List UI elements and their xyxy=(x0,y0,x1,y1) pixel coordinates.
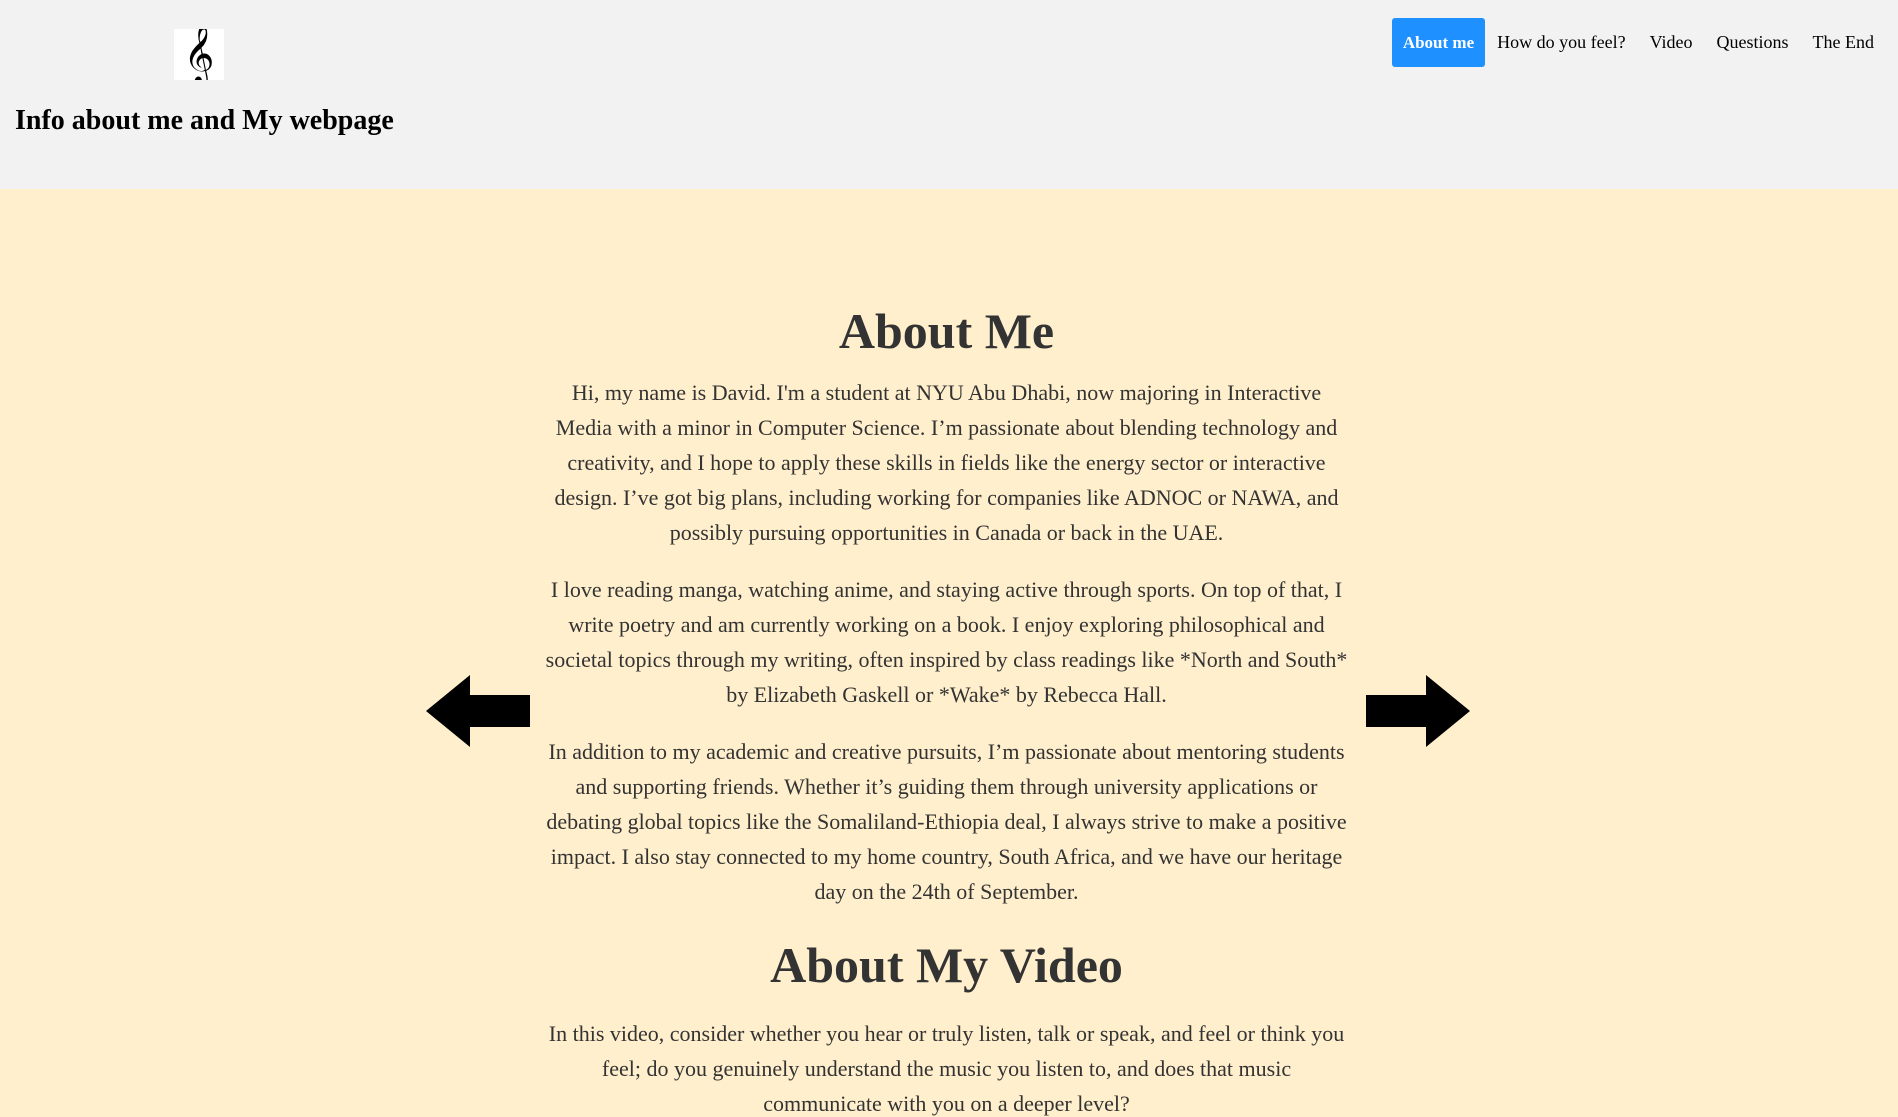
arrow-left-icon[interactable] xyxy=(426,675,530,747)
about-paragraph: Hi, my name is David. I'm a student at N… xyxy=(554,380,1339,545)
site-header: 𝄞 Info about me and My webpage About me … xyxy=(0,0,1898,189)
main-content: About Me Hi, my name is David. I'm a stu… xyxy=(0,189,1898,1117)
site-title: Info about me and My webpage xyxy=(15,105,394,136)
nav-item-video[interactable]: Video xyxy=(1638,18,1705,67)
about-my-video-heading: About My Video xyxy=(770,937,1123,993)
nav-item-how-do-you-feel[interactable]: How do you feel? xyxy=(1485,18,1637,67)
about-paragraph: I love reading manga, watching anime, an… xyxy=(545,577,1348,707)
nav-item-questions[interactable]: Questions xyxy=(1705,18,1801,67)
about-paragraph: In addition to my academic and creative … xyxy=(546,739,1347,904)
video-paragraph: In this video, consider whether you hear… xyxy=(548,1021,1345,1116)
treble-clef-icon: 𝄞 xyxy=(174,29,224,80)
nav-item-the-end[interactable]: The End xyxy=(1801,18,1886,67)
about-me-heading: About Me xyxy=(838,303,1055,359)
nav-item-about-me[interactable]: About me xyxy=(1391,18,1486,67)
main-nav: About me How do you feel? Video Question… xyxy=(1391,18,1886,67)
arrow-right-icon[interactable] xyxy=(1366,675,1470,747)
about-section: About Me Hi, my name is David. I'm a stu… xyxy=(544,298,1349,1117)
